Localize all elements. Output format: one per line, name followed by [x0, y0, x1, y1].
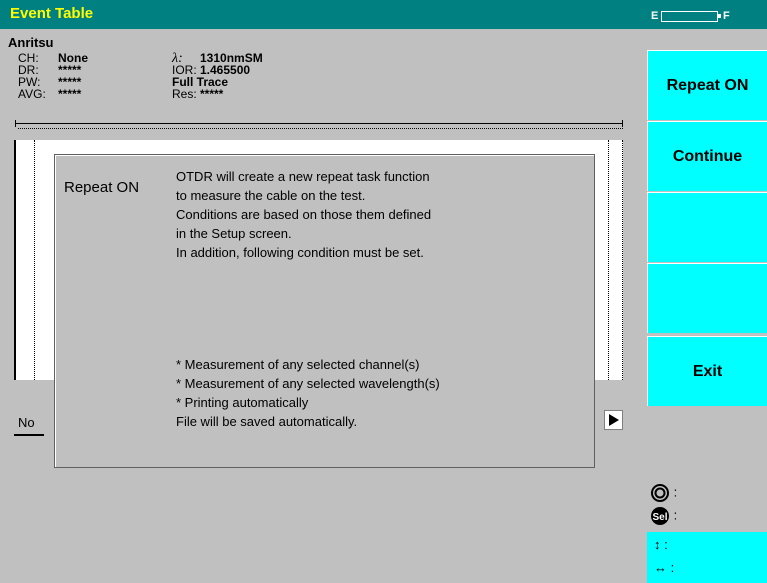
rotary-knob-legend: :	[650, 483, 677, 503]
softkey-3-button[interactable]	[647, 192, 767, 262]
battery-full-label: F	[723, 10, 730, 22]
brand-label: Anritsu	[8, 35, 54, 50]
ruler-dots	[18, 128, 623, 129]
repeat-on-button[interactable]: Repeat ON	[647, 50, 767, 120]
horizontal-arrows-icon: ↔	[654, 560, 667, 575]
horizontal-cursor-legend: ↔ :	[654, 560, 675, 575]
title-bar: Event Table E F	[0, 0, 767, 29]
cursor-control-panel: ↕ : ↔ :	[647, 532, 767, 583]
play-right-icon	[609, 414, 619, 426]
page-title: Event Table	[10, 5, 94, 22]
softkey-4-button[interactable]	[647, 263, 767, 333]
dialog-message: OTDR will create a new repeat task funct…	[176, 169, 432, 260]
battery-empty-label: E	[651, 10, 659, 22]
rotary-knob-icon	[651, 484, 669, 502]
exit-button[interactable]: Exit	[647, 336, 767, 406]
dialog-conditions: * Measurement of any selected channel(s)…	[176, 357, 440, 429]
dialog-title: Repeat ON	[64, 179, 140, 196]
event-no-label: No	[18, 415, 35, 430]
continue-button[interactable]: Continue	[647, 121, 767, 191]
repeat-dialog: Repeat ON OTDR will create a new repeat …	[54, 154, 595, 468]
select-key-legend: Sel :	[650, 506, 677, 526]
distance-ruler	[15, 120, 623, 127]
no-underline	[14, 434, 44, 436]
battery-icon	[661, 11, 718, 22]
select-key-icon: Sel	[651, 507, 669, 525]
vertical-cursor-legend: ↕ :	[654, 537, 668, 552]
svg-text:Sel: Sel	[652, 512, 667, 523]
vertical-arrows-icon: ↕	[654, 537, 661, 552]
scroll-right-button[interactable]	[604, 410, 623, 430]
